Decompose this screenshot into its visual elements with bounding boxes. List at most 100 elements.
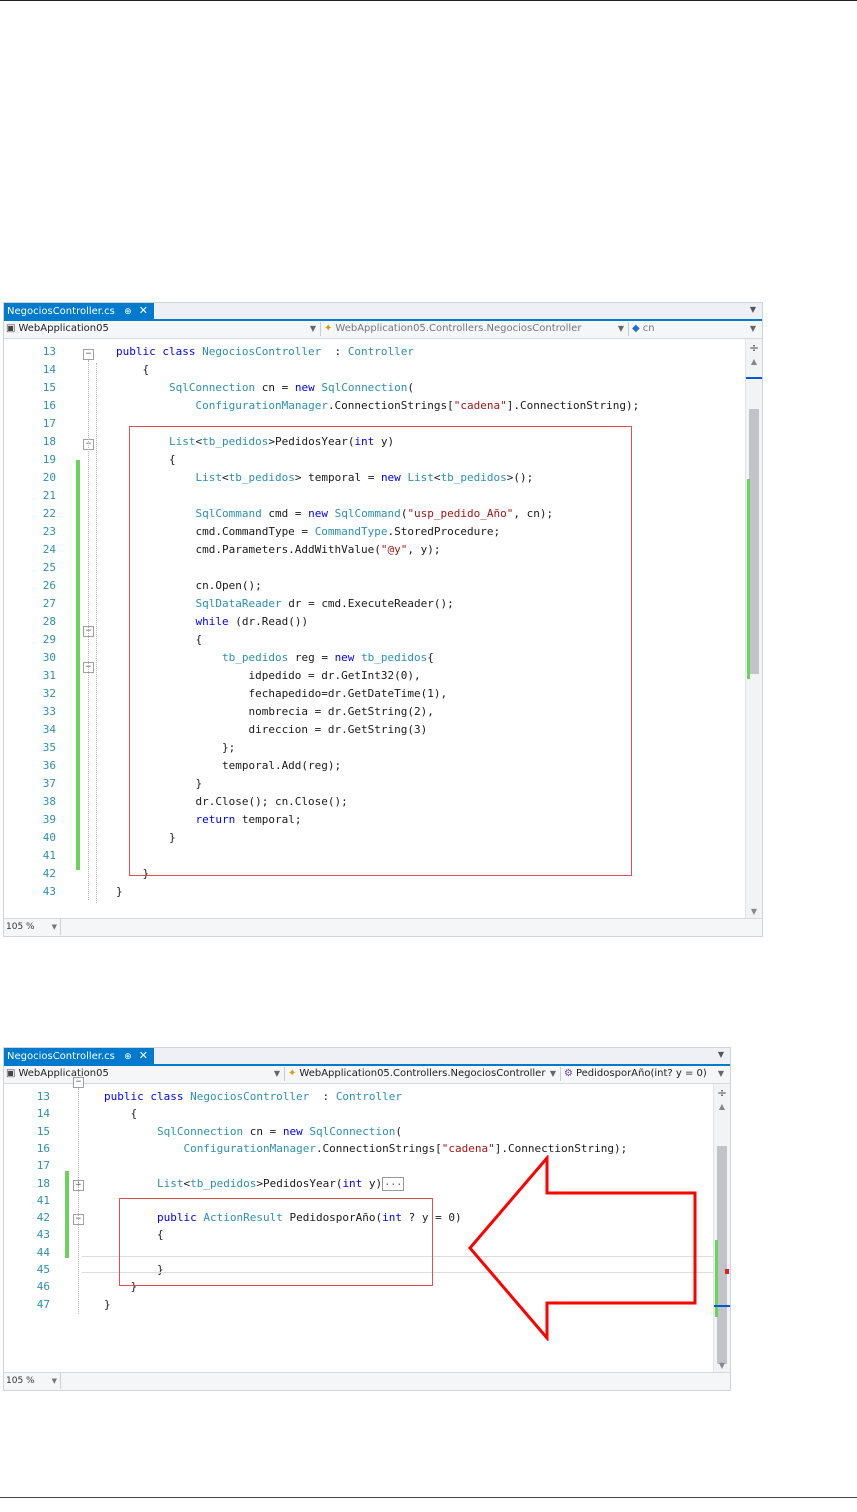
line-number: 24 xyxy=(42,543,56,556)
keyword-token: int xyxy=(342,1176,363,1190)
type-token: SqlConnection xyxy=(168,381,256,394)
keyword-token: public class xyxy=(116,345,203,358)
code-token: } xyxy=(104,1297,111,1311)
code-text: public class NegociosController : Contro… xyxy=(116,343,414,361)
project-dropdown[interactable]: ▣ WebApplication05 ▼ xyxy=(6,321,318,337)
line-number: 22 xyxy=(42,507,56,520)
chevron-down-icon: ▼ xyxy=(51,1377,57,1385)
line-number: 27 xyxy=(42,597,56,610)
chevron-down-icon: ▼ xyxy=(717,1069,724,1078)
type-token: SqlConnection xyxy=(321,381,408,394)
code-text: { xyxy=(116,361,149,379)
type-token: NegociosController xyxy=(202,345,322,358)
class-name: WebApplication05.Controllers.NegociosCon… xyxy=(335,323,582,334)
close-tab-icon[interactable]: ✕ xyxy=(139,304,148,317)
code-line[interactable]: 13 public class NegociosController : Cont… xyxy=(4,1088,714,1105)
scrollbar-error-marker xyxy=(725,1269,729,1274)
code-text: public class NegociosController : Contro… xyxy=(104,1088,402,1105)
line-number: 16 xyxy=(36,1141,50,1155)
zoom-dropdown[interactable]: 105 % ▼ xyxy=(4,919,61,935)
project-dropdown[interactable]: ▣ WebApplication05 ▼ xyxy=(6,1066,282,1082)
method-highlight-box xyxy=(129,426,632,876)
line-number: 34 xyxy=(42,723,56,736)
document-tab[interactable]: NegociosController.cs ⊕ ✕ xyxy=(4,1048,155,1064)
scroll-thumb[interactable] xyxy=(717,1146,727,1364)
code-line[interactable]: 43} xyxy=(4,883,746,901)
vertical-scrollbar[interactable]: ÷ ▲ ▼ xyxy=(713,1084,730,1372)
code-line[interactable]: 16 ConfigurationManager.ConnectionString… xyxy=(4,397,746,415)
code-line[interactable]: 15 SqlConnection cn = new SqlConnection( xyxy=(4,1123,714,1140)
caret-marker xyxy=(714,1305,730,1307)
pin-icon[interactable]: ⊕ xyxy=(124,1052,132,1062)
code-text: SqlConnection cn = new SqlConnection( xyxy=(104,1123,402,1140)
code-token: .ConnectionStrings[ xyxy=(327,399,454,412)
line-number: 15 xyxy=(36,1124,50,1138)
collapsed-region-marker[interactable]: ... xyxy=(382,1176,405,1191)
scroll-down-arrow-icon[interactable]: ▼ xyxy=(746,907,762,916)
scroll-up-arrow-icon[interactable]: ▲ xyxy=(714,1102,730,1111)
code-text: SqlConnection cn = new SqlConnection( xyxy=(116,379,414,397)
type-token: List xyxy=(156,1176,184,1190)
zoom-dropdown[interactable]: 105 % ▼ xyxy=(4,1373,61,1389)
code-line[interactable]: 13 public class NegociosController : Cont… xyxy=(4,343,746,361)
line-number: 14 xyxy=(42,363,56,376)
collapse-icon[interactable]: − xyxy=(73,1077,84,1088)
type-token: SqlConnection xyxy=(156,1124,244,1138)
line-number: 13 xyxy=(36,1090,50,1103)
keyword-token: public class xyxy=(104,1090,191,1103)
member-dropdown[interactable]: ◆ cn ▼ xyxy=(632,321,758,337)
tab-overflow-chevron-icon[interactable]: ▼ xyxy=(718,1050,724,1059)
code-line[interactable]: 15 SqlConnection cn = new SqlConnection( xyxy=(4,379,746,397)
code-line[interactable]: 14 { xyxy=(4,361,746,379)
line-number: 40 xyxy=(42,831,56,844)
document-tab[interactable]: NegociosController.cs ⊕ ✕ xyxy=(4,303,155,319)
string-token: "cadena" xyxy=(441,1141,495,1155)
close-tab-icon[interactable]: ✕ xyxy=(139,1049,148,1062)
line-number: 32 xyxy=(42,687,56,700)
code-line[interactable]: 14 { xyxy=(4,1105,714,1122)
line-number: 18 xyxy=(42,435,56,448)
scroll-down-arrow-icon[interactable]: ▼ xyxy=(714,1361,730,1370)
navigation-bar: ▣ WebApplication05 ▼ ✦ WebApplication05.Co… xyxy=(4,1066,730,1084)
type-token: SqlConnection xyxy=(309,1124,396,1138)
class-dropdown[interactable]: ✦ WebApplication05.Controllers.NegociosCo… xyxy=(324,321,626,337)
line-number: 18 xyxy=(36,1176,50,1190)
line-number: 41 xyxy=(36,1193,50,1207)
line-number: 45 xyxy=(36,1263,50,1276)
pin-icon[interactable]: ⊕ xyxy=(124,307,132,317)
type-token: Controller xyxy=(347,345,415,358)
code-token: ( xyxy=(407,381,415,394)
split-window-icon[interactable]: ÷ xyxy=(746,341,762,355)
line-number: 42 xyxy=(36,1211,50,1225)
project-name: WebApplication05 xyxy=(18,323,109,334)
member-name: cn xyxy=(642,323,655,334)
scroll-thumb[interactable] xyxy=(749,409,759,674)
class-dropdown[interactable]: ✦ WebApplication05.Controllers.NegociosCo… xyxy=(288,1066,558,1082)
tab-overflow-chevron-icon[interactable]: ▼ xyxy=(750,305,756,314)
vertical-scrollbar[interactable]: ÷ ▲ ▼ xyxy=(745,339,762,918)
class-icon: ✦ xyxy=(324,323,333,334)
line-number: 17 xyxy=(36,1159,50,1173)
scroll-up-arrow-icon[interactable]: ▲ xyxy=(746,357,762,366)
chevron-down-icon: ▼ xyxy=(749,324,756,333)
chevron-down-icon: ▼ xyxy=(549,1069,556,1078)
line-number: 33 xyxy=(42,705,56,718)
red-arrow-annotation xyxy=(468,1155,697,1341)
method-icon: ⚙ xyxy=(564,1068,573,1079)
document-tab-strip: NegociosController.cs ⊕ ✕ ▼ xyxy=(4,1048,730,1066)
line-number: 37 xyxy=(42,777,56,790)
line-number: 38 xyxy=(42,795,56,808)
split-window-icon[interactable]: ÷ xyxy=(714,1086,730,1100)
code-text: List<tb_pedidos>PedidosYear(int y)... xyxy=(104,1175,405,1192)
project-name: WebApplication05 xyxy=(18,1068,109,1079)
nav-separator xyxy=(284,1067,285,1081)
string-token: "cadena" xyxy=(453,399,507,412)
type-token: ConfigurationManager xyxy=(183,1141,316,1155)
line-number: 46 xyxy=(36,1280,50,1294)
member-dropdown[interactable]: ⚙ PedidosporAño(int? y = 0) ▼ xyxy=(564,1066,726,1082)
zoom-level: 105 % xyxy=(6,922,35,932)
